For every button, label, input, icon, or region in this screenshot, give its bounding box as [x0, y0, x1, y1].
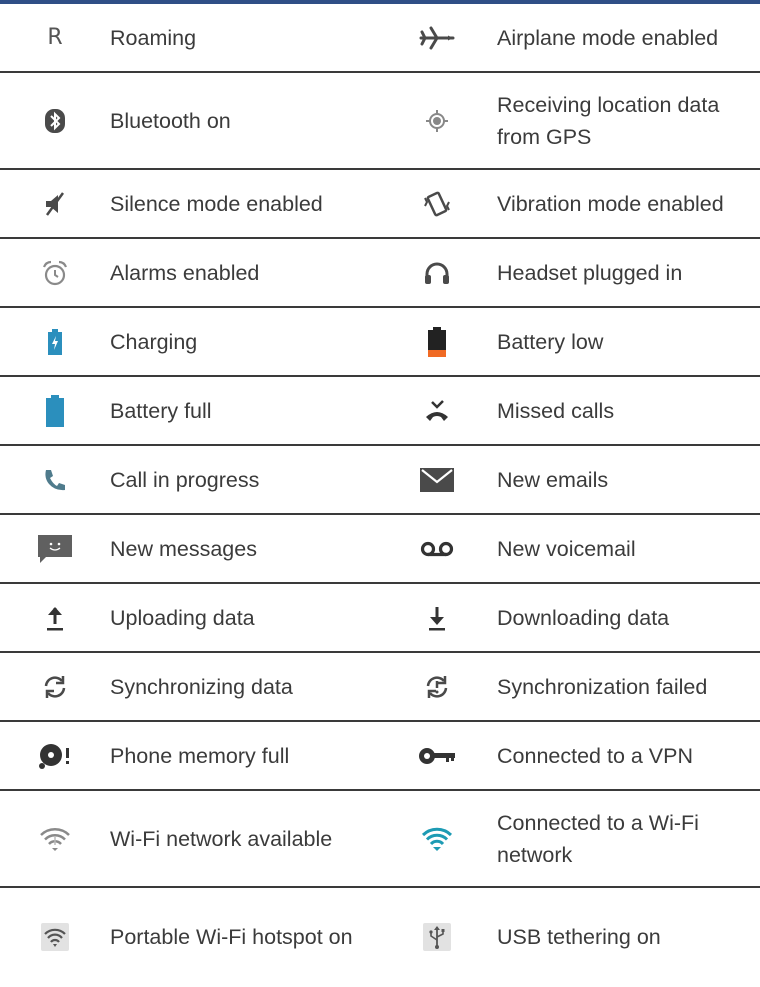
table-row: R Roaming Airplane mode enabled	[0, 4, 760, 73]
sync-failed-icon	[377, 653, 497, 720]
wifi-available-label: Wi-Fi network available	[110, 826, 333, 851]
message-icon	[0, 515, 110, 582]
new-emails-label: New emails	[497, 467, 609, 492]
table-row: New messages New voicemail	[0, 515, 760, 584]
vibration-mode-label: Vibration mode enabled	[497, 191, 724, 216]
headset-icon	[377, 239, 497, 306]
table-row: Synchronizing data Synchronization faile…	[0, 653, 760, 722]
table-row: Call in progress New emails	[0, 446, 760, 515]
vpn-key-icon	[377, 722, 497, 789]
memory-full-icon	[0, 722, 110, 789]
usb-tethering-label: USB tethering on	[497, 924, 661, 949]
missed-calls-label: Missed calls	[497, 398, 615, 423]
wifi-available-icon	[0, 791, 110, 886]
synchronization-failed-label: Synchronization failed	[497, 674, 708, 699]
connected-vpn-label: Connected to a VPN	[497, 743, 694, 768]
table-row: Uploading data Downloading data	[0, 584, 760, 653]
new-voicemail-label: New voicemail	[497, 536, 636, 561]
headset-label: Headset plugged in	[497, 260, 683, 285]
page: R Roaming Airplane mode enabled Bluetoot…	[0, 0, 760, 987]
silence-mode-label: Silence mode enabled	[110, 191, 323, 216]
roaming-label: Roaming	[110, 25, 197, 50]
status-icon-table: R Roaming Airplane mode enabled Bluetoot…	[0, 4, 760, 985]
airplane-mode-label: Airplane mode enabled	[497, 25, 719, 50]
airplane-mode-icon	[377, 4, 497, 71]
missed-call-icon	[377, 377, 497, 444]
phone-memory-full-label: Phone memory full	[110, 743, 290, 768]
download-icon	[377, 584, 497, 651]
call-in-progress-icon	[0, 446, 110, 513]
charging-label: Charging	[110, 329, 198, 354]
gps-icon	[377, 73, 497, 168]
wifi-hotspot-icon	[0, 888, 110, 985]
upload-icon	[0, 584, 110, 651]
wifi-hotspot-label: Portable Wi-Fi hotspot on	[110, 924, 353, 949]
sync-icon	[0, 653, 110, 720]
table-row: Charging Battery low	[0, 308, 760, 377]
alarm-icon	[0, 239, 110, 306]
gps-label: Receiving location data from GPS	[497, 92, 720, 149]
downloading-data-label: Downloading data	[497, 605, 670, 630]
battery-full-icon	[0, 377, 110, 444]
email-icon	[377, 446, 497, 513]
silence-mode-icon	[0, 170, 110, 237]
call-in-progress-label: Call in progress	[110, 467, 260, 492]
uploading-data-label: Uploading data	[110, 605, 255, 630]
table-row: Silence mode enabled Vibration mode enab…	[0, 170, 760, 239]
table-row: Wi-Fi network available Connected to a W…	[0, 791, 760, 888]
usb-tethering-icon	[377, 888, 497, 985]
synchronizing-data-label: Synchronizing data	[110, 674, 293, 699]
alarm-label: Alarms enabled	[110, 260, 260, 285]
bluetooth-label: Bluetooth on	[110, 108, 231, 133]
battery-full-label: Battery full	[110, 398, 212, 423]
wifi-connected-label: Connected to a Wi-Fi network	[497, 810, 699, 867]
voicemail-icon	[377, 515, 497, 582]
table-row: Bluetooth on Receiving location data fro…	[0, 73, 760, 170]
battery-charging-icon	[0, 308, 110, 375]
table-row: Phone memory full Connected to a VPN	[0, 722, 760, 791]
roaming-icon: R	[47, 25, 63, 50]
bluetooth-icon	[0, 73, 110, 168]
wifi-connected-icon	[377, 791, 497, 886]
new-messages-label: New messages	[110, 536, 257, 561]
vibration-mode-icon	[377, 170, 497, 237]
table-row: Portable Wi-Fi hotspot on USB tethering …	[0, 888, 760, 985]
table-row: Battery full Missed calls	[0, 377, 760, 446]
battery-low-label: Battery low	[497, 329, 604, 354]
battery-low-icon	[377, 308, 497, 375]
table-row: Alarms enabled Headset plugged in	[0, 239, 760, 308]
